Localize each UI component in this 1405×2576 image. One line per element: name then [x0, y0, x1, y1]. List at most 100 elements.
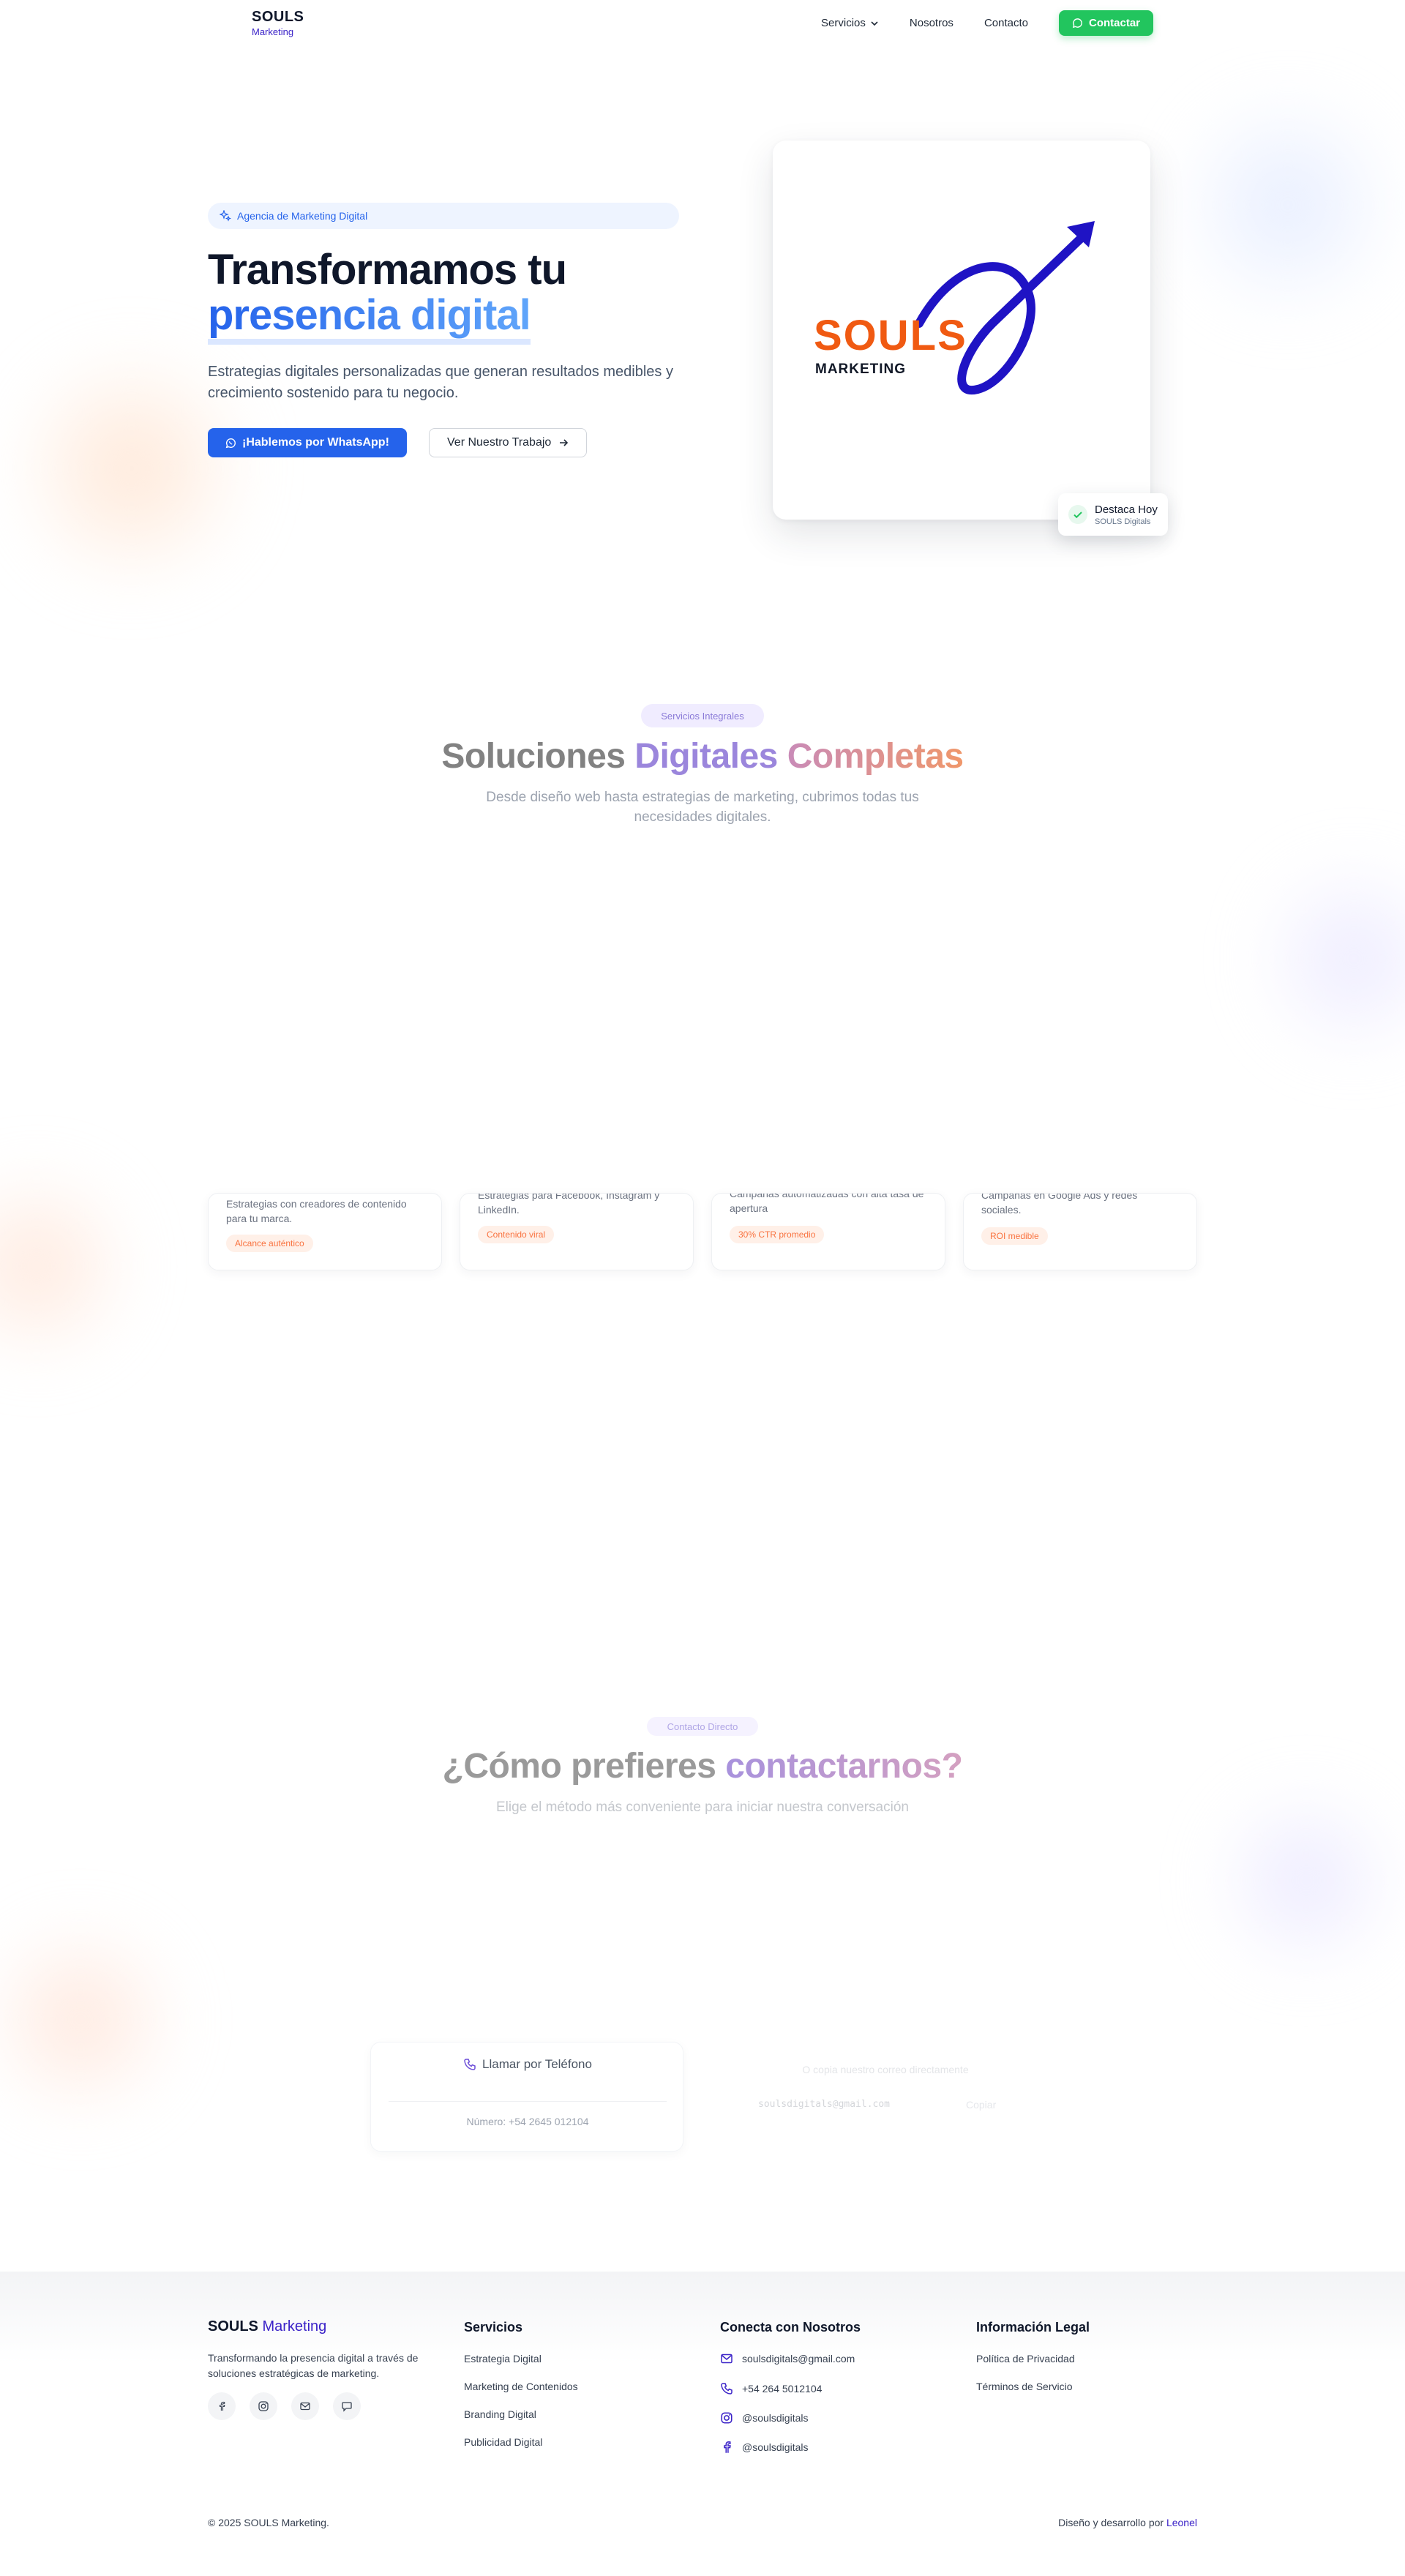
contact-subtitle: Elige el método más conveniente para ini…	[496, 1800, 909, 1815]
email-hint: O copia nuestro correo directamente	[802, 2064, 969, 2075]
footer-legal-title: Información Legal	[976, 2320, 1090, 2334]
bg-blob-blue-right	[1171, 88, 1405, 322]
phone-contact-card[interactable]: Llamar por Teléfono Número: +54 2645 012…	[370, 2042, 683, 2152]
hero-title-line1: Transformamos tu	[208, 246, 567, 293]
toast-title: Destaca Hoy	[1095, 503, 1158, 516]
mail-icon	[721, 2354, 733, 2364]
footer-brand: SOULS Marketing	[208, 2318, 326, 2335]
footer-credit-link[interactable]: Leonel	[1166, 2517, 1197, 2528]
phone-card-header: Llamar por Teléfono	[371, 2057, 684, 2072]
phone-icon	[464, 2059, 476, 2070]
contact-button[interactable]: Contactar	[1058, 10, 1153, 36]
service-card-text: Estrategias para Facebook, Instagram y L…	[478, 1193, 660, 1216]
footer-instagram-handle[interactable]: @soulsdigitals	[720, 2411, 808, 2425]
footer-copyright: © 2025 SOULS Marketing.	[208, 2517, 329, 2528]
services-pill: Servicios Integrales	[641, 704, 764, 727]
instagram-icon	[721, 2412, 733, 2424]
brand-logo-sub: Marketing	[252, 26, 294, 37]
footer-email-link[interactable]: soulsdigitals@gmail.com	[720, 2353, 855, 2365]
services-title-part-a: Soluciones	[441, 737, 635, 776]
footer-phone-text: +54 264 5012104	[742, 2383, 823, 2395]
services-subtitle: Desde diseño web hasta estrategias de ma…	[486, 790, 919, 825]
footer-facebook-text: @soulsdigitals	[742, 2441, 809, 2453]
nav-links: Servicios Nosotros Contacto Contactar	[821, 10, 1153, 36]
services-title-part-c: Completas	[787, 737, 964, 776]
hero-title-line2: presencia digital	[208, 291, 531, 345]
highlight-toast: Destaca Hoy SOULS Digitals	[1058, 493, 1168, 536]
nav-link-servicios[interactable]: Servicios	[821, 17, 879, 29]
facebook-icon	[220, 2401, 225, 2411]
facebook-icon	[724, 2441, 731, 2453]
arrow-right-icon	[560, 439, 569, 446]
footer-connect-title: Conecta con Nosotros	[720, 2320, 861, 2334]
instagram-icon	[258, 2401, 269, 2411]
chevron-down-icon	[871, 20, 878, 26]
service-card-text: Campañas automatizadas con alta tasa de …	[730, 1193, 924, 1214]
nav-link-nosotros[interactable]: Nosotros	[910, 17, 953, 29]
message-icon	[342, 2402, 352, 2412]
services-title: Soluciones Digitales Completas	[0, 736, 1405, 776]
service-card-4[interactable]: Campañas en Google Ads y redes sociales.…	[963, 1193, 1197, 1270]
service-card-2[interactable]: Estrategias para Facebook, Instagram y L…	[460, 1193, 694, 1270]
footer-instagram-link[interactable]	[250, 2392, 277, 2420]
service-card-tag: ROI medible	[981, 1227, 1048, 1245]
hero-card-logo-main: SOULS	[814, 312, 967, 359]
footer-email-text: soulsdigitals@gmail.com	[742, 2353, 855, 2365]
whatsapp-icon	[225, 438, 236, 448]
top-navbar: SOULS Marketing Servicios Nosotros Conta…	[0, 0, 1405, 47]
footer-service-link[interactable]: Publicidad Digital	[464, 2436, 542, 2448]
service-card-3[interactable]: Campañas automatizadas con alta tasa de …	[711, 1193, 945, 1270]
hero-title: Transformamos tu presencia digital	[208, 246, 720, 345]
footer-facebook-link[interactable]	[208, 2392, 236, 2420]
toast-subtitle: SOULS Digitals	[1095, 517, 1151, 526]
brand-logo[interactable]: SOULS Marketing	[252, 9, 304, 37]
view-work-button[interactable]: Ver Nuestro Trabajo	[429, 428, 588, 457]
hero-logo-card: SOULS MARKETING	[773, 141, 1150, 520]
footer-service-link[interactable]: Estrategia Digital	[464, 2353, 542, 2365]
hero-card-logo-sub: MARKETING	[815, 362, 906, 377]
email-value[interactable]: soulsdigitals@gmail.com	[758, 2099, 890, 2110]
phone-card-title: Llamar por Teléfono	[482, 2057, 592, 2071]
service-card-1[interactable]: Estrategias con creadores de contenido p…	[208, 1193, 442, 1270]
copy-email-button[interactable]: Copiar	[966, 2099, 996, 2111]
phone-card-divider	[389, 2101, 667, 2102]
footer-brand-main: SOULS	[208, 2318, 258, 2334]
footer-brand-description: Transformando la presencia digital a tra…	[208, 2352, 419, 2379]
contact-title: ¿Cómo prefieres contactarnos?	[0, 1746, 1405, 1786]
contact-pill: Contacto Directo	[647, 1717, 758, 1736]
brand-logo-main: SOULS	[252, 9, 304, 25]
footer-instagram-text: @soulsdigitals	[742, 2412, 809, 2424]
footer-service-link[interactable]: Branding Digital	[464, 2408, 536, 2420]
footer-message-link[interactable]	[333, 2392, 361, 2420]
service-card-tag: 30% CTR promedio	[730, 1226, 825, 1243]
footer-credit-prefix: Diseño y desarrollo por	[1058, 2517, 1166, 2528]
contact-title-part-a: ¿Cómo prefieres	[442, 1747, 726, 1786]
footer-mail-link[interactable]	[291, 2392, 319, 2420]
whatsapp-button[interactable]: ¡Hablemos por WhatsApp!	[208, 428, 407, 457]
nav-link-label: Servicios	[821, 17, 866, 29]
site-footer	[0, 2272, 1405, 2576]
bg-blob-orange-left-2	[0, 1156, 132, 1376]
sparkles-icon	[220, 210, 231, 222]
footer-terms-link[interactable]: Términos de Servicio	[976, 2381, 1073, 2392]
footer-privacy-link[interactable]: Política de Privacidad	[976, 2353, 1075, 2365]
hero-subtitle: Estrategias digitales personalizadas que…	[208, 364, 673, 401]
contact-button-label: Contactar	[1088, 17, 1140, 29]
phone-card-number: Número: +54 2645 012104	[466, 2116, 589, 2127]
footer-services-title: Servicios	[464, 2320, 523, 2334]
hero-badge: Agencia de Marketing Digital	[208, 203, 679, 229]
whatsapp-button-label: ¡Hablemos por WhatsApp!	[242, 436, 389, 449]
souls-marketing-logo: SOULS MARKETING	[814, 221, 1095, 395]
contact-title-part-b: contactarnos?	[725, 1747, 963, 1786]
nav-link-contacto[interactable]: Contacto	[984, 17, 1028, 29]
footer-credit: Diseño y desarrollo por Leonel	[1058, 2517, 1197, 2528]
footer-phone-link[interactable]: +54 264 5012104	[720, 2382, 822, 2395]
footer-facebook-handle[interactable]: @soulsdigitals	[720, 2441, 808, 2454]
services-title-part-b: Digitales	[634, 737, 787, 776]
footer-service-link[interactable]: Marketing de Contenidos	[464, 2381, 578, 2392]
service-card-text: Estrategias con creadores de contenido p…	[226, 1198, 407, 1224]
service-card-tag: Alcance auténtico	[226, 1235, 313, 1252]
mail-icon	[300, 2402, 310, 2411]
bg-blob-orange-left-3	[0, 1917, 183, 2122]
check-icon	[1068, 505, 1087, 524]
